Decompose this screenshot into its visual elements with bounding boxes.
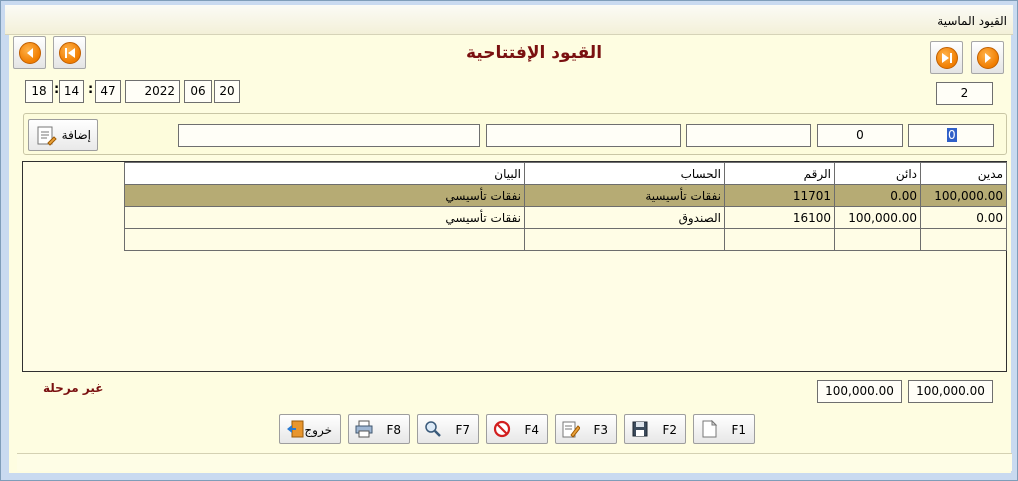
table-row[interactable]: نفقات تأسيسي الصندوق 16100 100,000.00 0.…	[124, 206, 1007, 229]
prev-icon	[977, 47, 999, 69]
total-credit-field: 100,000.00	[817, 380, 902, 403]
cell-description[interactable]: نفقات تأسيسي	[124, 206, 525, 229]
save-button[interactable]: F2	[624, 414, 686, 444]
cell-account[interactable]: نفقات تأسيسية	[524, 184, 725, 207]
cell-number[interactable]: 16100	[724, 206, 835, 229]
title-bar: القيود الماسية	[5, 5, 1013, 35]
time-second-field[interactable]: 47	[95, 80, 121, 103]
cell-credit[interactable]	[834, 228, 921, 251]
nav-first-button[interactable]	[930, 41, 963, 74]
app-window: القيود الماسية القيود الإفتتاحية 18: 14…	[0, 0, 1018, 481]
credit-input[interactable]: 0	[817, 124, 903, 147]
skip-first-icon	[936, 47, 958, 69]
account-input[interactable]	[486, 124, 681, 147]
cell-debit[interactable]: 0.00	[920, 206, 1007, 229]
no-entry-icon	[493, 420, 511, 438]
record-number-field[interactable]: 2	[936, 82, 993, 105]
search-label: F7	[455, 423, 470, 437]
cell-debit[interactable]: 100,000.00	[920, 184, 1007, 207]
new-button[interactable]: F1	[693, 414, 755, 444]
table-row[interactable]: نفقات تأسيسي نفقات تأسيسية 11701 0.00 10…	[124, 184, 1007, 207]
new-document-icon	[702, 420, 718, 438]
table-row[interactable]	[124, 228, 1007, 251]
skip-last-icon	[59, 42, 81, 64]
window-title: القيود الماسية	[937, 14, 1007, 28]
column-header-account[interactable]: الحساب	[524, 162, 725, 185]
column-header-debit[interactable]: مدين	[920, 162, 1007, 185]
client-area: القيود الإفتتاحية 18 : 14 : 47 2022 06 2…	[9, 35, 1012, 473]
cell-account[interactable]	[524, 228, 725, 251]
print-label: F8	[386, 423, 401, 437]
entries-table: البيان الحساب الرقم دائن مدين نفقات تأسي…	[124, 162, 1007, 251]
cell-credit[interactable]: 100,000.00	[834, 206, 921, 229]
print-button[interactable]: F8	[348, 414, 410, 444]
printer-icon	[355, 420, 373, 438]
column-header-number[interactable]: الرقم	[724, 162, 835, 185]
floppy-icon	[632, 421, 648, 437]
cell-account[interactable]: الصندوق	[524, 206, 725, 229]
exit-label: خروج	[304, 423, 332, 437]
exit-door-icon	[287, 420, 304, 438]
next-icon	[19, 42, 41, 64]
add-entry-label: إضافة	[61, 128, 91, 142]
cell-credit[interactable]: 0.00	[834, 184, 921, 207]
column-header-credit[interactable]: دائن	[834, 162, 921, 185]
column-header-description[interactable]: البيان	[124, 162, 525, 185]
date-year-field[interactable]: 2022	[125, 80, 180, 103]
cell-debit[interactable]	[920, 228, 1007, 251]
magnifier-icon	[425, 421, 441, 437]
description-input[interactable]	[178, 124, 480, 147]
cell-description[interactable]	[124, 228, 525, 251]
cell-number[interactable]: 11701	[724, 184, 835, 207]
entries-grid[interactable]: البيان الحساب الرقم دائن مدين نفقات تأسي…	[22, 161, 1007, 372]
table-header-row: البيان الحساب الرقم دائن مدين	[124, 162, 1007, 185]
edit-button[interactable]: F3	[555, 414, 617, 444]
new-label: F1	[731, 423, 746, 437]
cell-number[interactable]	[724, 228, 835, 251]
delete-label: F4	[524, 423, 539, 437]
add-document-icon	[37, 126, 57, 146]
posting-status: غير مرحلة	[43, 381, 104, 395]
number-input[interactable]	[686, 124, 811, 147]
exit-button[interactable]: خروج	[279, 414, 341, 444]
delete-button[interactable]: F4	[486, 414, 548, 444]
nav-next-button[interactable]	[13, 36, 46, 69]
add-entry-button[interactable]: إضافة	[28, 119, 98, 151]
cell-description[interactable]: نفقات تأسيسي	[124, 184, 525, 207]
time-hour-field[interactable]: 18	[25, 80, 53, 103]
search-button[interactable]: F7	[417, 414, 479, 444]
time-minute-field[interactable]: 14	[59, 80, 84, 103]
total-debit-field: 100,000.00	[908, 380, 993, 403]
nav-prev-button[interactable]	[971, 41, 1004, 74]
debit-input-value: 0	[947, 128, 957, 142]
edit-label: F3	[593, 423, 608, 437]
page-title: القيود الإفتتاحية	[465, 43, 603, 63]
entry-panel: إضافة 0 0	[23, 113, 1007, 155]
time-separator: :	[88, 82, 94, 97]
debit-input[interactable]: 0	[908, 124, 994, 147]
status-bar	[17, 453, 1012, 471]
save-label: F2	[662, 423, 677, 437]
edit-pencil-icon	[562, 421, 580, 438]
date-month-field[interactable]: 06	[184, 80, 212, 103]
date-day-field[interactable]: 20	[214, 80, 240, 103]
nav-last-button[interactable]	[53, 36, 86, 69]
